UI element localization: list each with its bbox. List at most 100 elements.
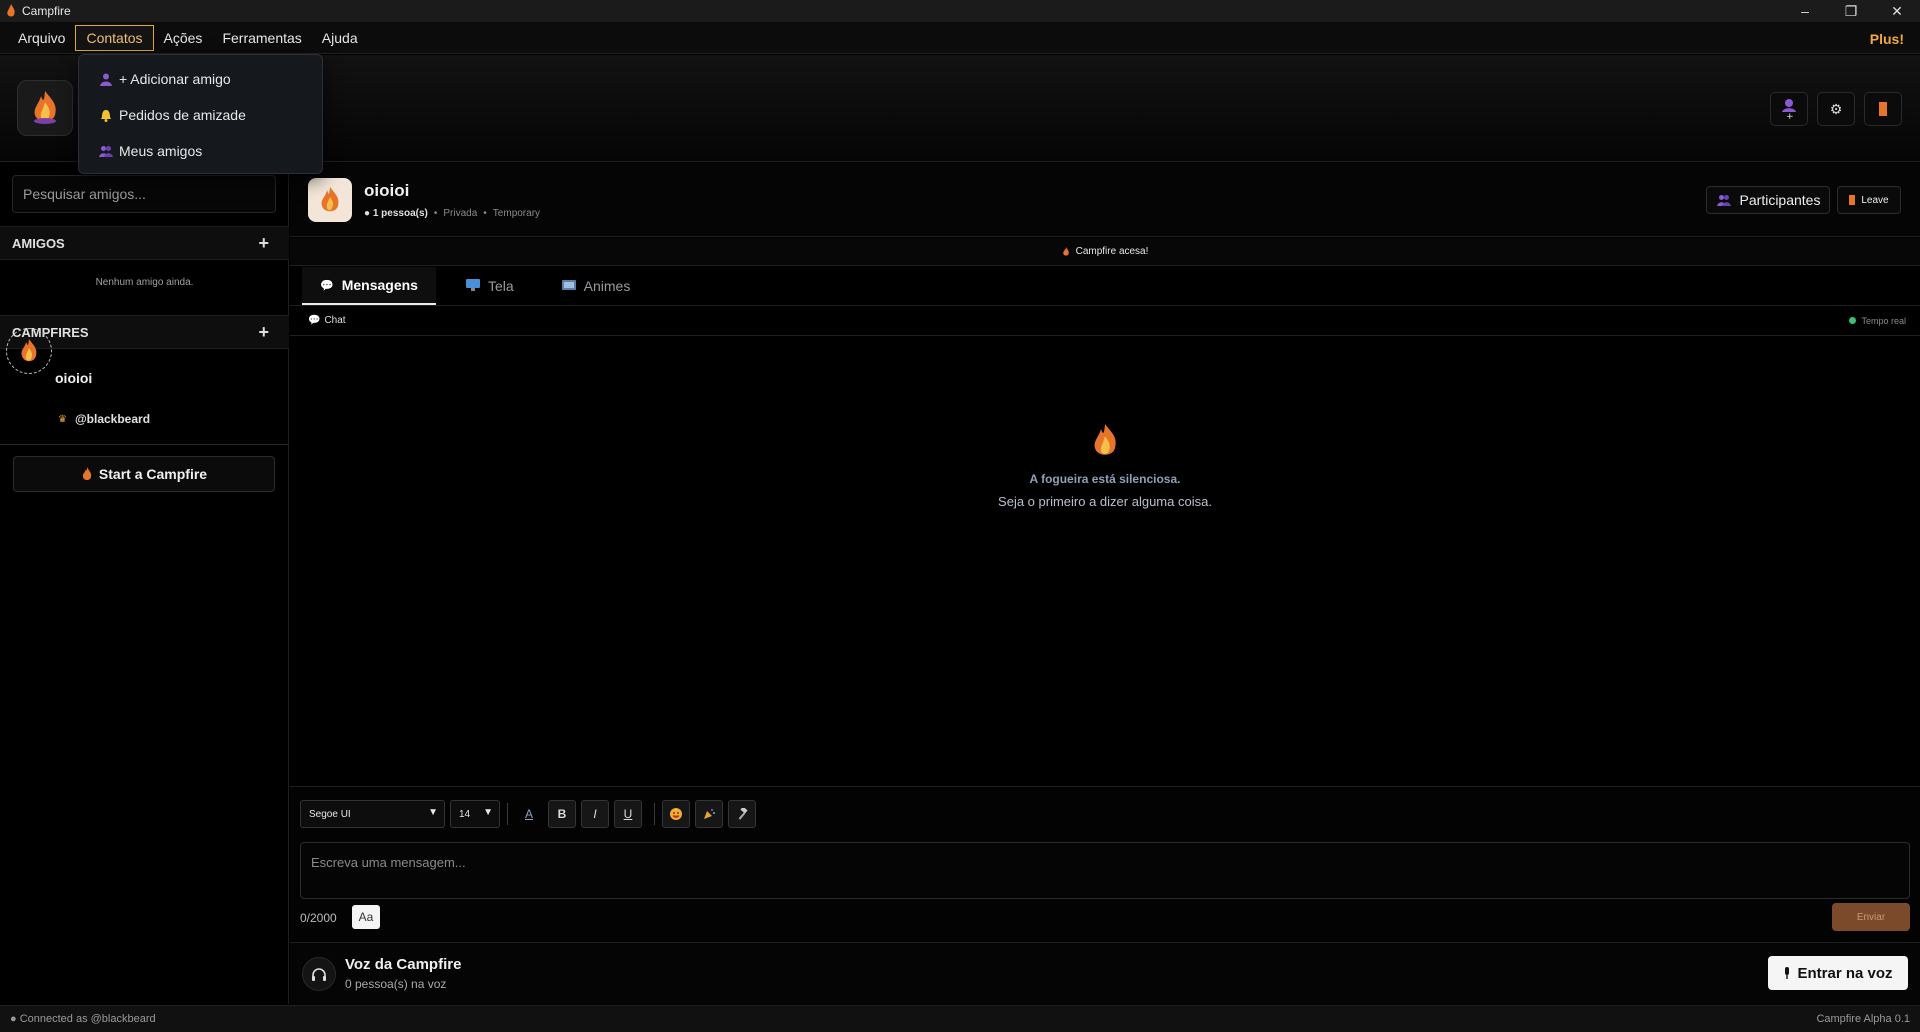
tab-tela-label: Tela: [487, 278, 514, 294]
toolbar-divider: [654, 803, 655, 825]
room-header: oioioi ● 1 pessoa(s) • Privada • Tempora…: [290, 163, 1920, 237]
tab-animes-label: Animes: [583, 278, 631, 294]
empty-chat-state: A fogueira está silenciosa. Seja o prime…: [290, 423, 1920, 509]
menu-ferramentas[interactable]: Ferramentas: [212, 25, 311, 51]
participants-label: Participantes: [1739, 192, 1821, 208]
user-icon: [99, 72, 113, 86]
microphone-icon: [1785, 967, 1790, 979]
room-name: oioioi: [364, 181, 410, 200]
plus-link[interactable]: Plus!: [1870, 31, 1904, 47]
monitor-icon: [465, 278, 480, 294]
campfire-avatar[interactable]: [6, 328, 52, 374]
friends-section-header: AMIGOS +: [0, 226, 289, 260]
users-icon: [99, 144, 113, 158]
bell-icon: [99, 108, 113, 122]
start-campfire-label: Start a Campfire: [98, 466, 208, 482]
text-color-icon[interactable]: A: [515, 800, 543, 828]
add-friend-plus-icon[interactable]: +: [258, 233, 269, 254]
status-banner-label: Campfire acesa!: [1075, 246, 1149, 257]
title-bar: Campfire – ❐ ✕: [0, 0, 1920, 22]
contatos-dropdown: + Adicionar amigo Pedidos de amizade Meu…: [78, 54, 323, 174]
empty-title: A fogueira está silenciosa.: [1029, 472, 1181, 486]
flame-icon: [21, 339, 37, 362]
font-family-select[interactable]: Segoe UI ▼: [300, 800, 445, 828]
realtime-indicator: Tempo real: [1849, 316, 1906, 326]
status-banner: Campfire acesa!: [290, 238, 1920, 266]
voice-title: Voz da Campfire: [345, 956, 462, 973]
campfire-logo-icon: [7, 4, 15, 17]
italic-button[interactable]: I: [581, 800, 609, 828]
door-icon[interactable]: [1864, 92, 1902, 126]
menu-friend-requests-label: Pedidos de amizade: [119, 107, 246, 123]
add-campfire-plus-icon[interactable]: +: [258, 322, 269, 343]
status-dot: [1849, 317, 1857, 324]
app-window: Campfire – ❐ ✕ Arquivo Contatos Ações Fe…: [0, 0, 1920, 1032]
users-icon: [1716, 195, 1731, 206]
window-controls: – ❐ ✕: [1782, 0, 1920, 22]
party-popper-icon[interactable]: [695, 800, 723, 828]
room-duration: Temporary: [492, 208, 541, 219]
window-title: Campfire: [22, 4, 71, 18]
room-count: ● 1 pessoa(s): [364, 208, 428, 219]
speech-bubble-icon: 💬: [308, 315, 321, 326]
menu-bar: Arquivo Contatos Ações Ferramentas Ajuda…: [0, 22, 1920, 54]
voice-panel: Voz da Campfire 0 pessoa(s) na voz Entra…: [290, 942, 1920, 1004]
menu-ajuda[interactable]: Ajuda: [312, 25, 368, 51]
emoji-icon[interactable]: [662, 800, 690, 828]
underline-button[interactable]: U: [614, 800, 642, 828]
add-friend-icon[interactable]: +: [1770, 92, 1808, 126]
restore-icon[interactable]: ❐: [1828, 0, 1874, 22]
minimize-icon[interactable]: –: [1782, 0, 1828, 22]
underline-label: U: [623, 807, 633, 821]
start-campfire-button[interactable]: Start a Campfire: [13, 456, 275, 492]
search-input[interactable]: Pesquisar amigos...: [12, 175, 276, 213]
headphones-icon: [302, 957, 336, 991]
join-voice-label: Entrar na voz: [1797, 964, 1893, 982]
version-label: Campfire Alpha 0.1: [1816, 1013, 1910, 1025]
gear-icon[interactable]: ⚙: [1817, 92, 1855, 126]
connection-status: ● Connected as @blackbeard: [10, 1013, 156, 1025]
chat-label: Chat: [324, 315, 346, 326]
send-button[interactable]: Enviar: [1832, 903, 1910, 931]
tab-animes[interactable]: Animes: [544, 267, 649, 305]
font-size-value: 14: [459, 808, 471, 820]
font-size-select[interactable]: 14 ▼: [450, 800, 500, 828]
menu-arquivo[interactable]: Arquivo: [8, 25, 75, 51]
menu-friend-requests[interactable]: Pedidos de amizade: [79, 97, 322, 133]
chevron-down-icon: ▼: [428, 807, 438, 818]
main-panel: oioioi ● 1 pessoa(s) • Privada • Tempora…: [290, 163, 1920, 1004]
flame-icon: [1062, 246, 1069, 256]
flame-logo-icon: [34, 91, 56, 124]
menu-acoes[interactable]: Ações: [154, 25, 213, 51]
menu-contatos[interactable]: Contatos: [75, 24, 154, 51]
char-counter: 0/2000: [300, 911, 337, 925]
participants-button[interactable]: Participantes: [1706, 186, 1830, 214]
campfire-name: oioioi: [55, 370, 93, 386]
join-voice-button[interactable]: Entrar na voz: [1768, 956, 1908, 990]
tv-icon: [561, 279, 576, 294]
text-style-button[interactable]: Aa: [352, 905, 380, 929]
campfire-logo: [17, 80, 73, 136]
friends-header-label: AMIGOS: [12, 235, 65, 251]
hammer-icon[interactable]: [728, 800, 756, 828]
status-bar: ● Connected as @blackbeard Campfire Alph…: [0, 1005, 1920, 1032]
meta-dot: •: [483, 208, 487, 219]
tab-tela[interactable]: Tela: [448, 267, 532, 305]
close-icon[interactable]: ✕: [1874, 0, 1920, 22]
campfire-owner: ♛ @blackbeard: [58, 412, 150, 426]
meta-dot: •: [433, 208, 438, 219]
bold-label: B: [557, 807, 567, 821]
toolbar-divider: [507, 803, 508, 825]
leave-button[interactable]: Leave: [1837, 186, 1901, 214]
flame-icon: [1094, 424, 1116, 455]
menu-my-friends[interactable]: Meus amigos: [79, 133, 322, 169]
bold-button[interactable]: B: [548, 800, 576, 828]
chat-bar: 💬 Chat Tempo real: [290, 306, 1920, 336]
font-family-value: Segoe UI: [309, 808, 351, 820]
menu-add-friend[interactable]: + Adicionar amigo: [79, 61, 322, 97]
friends-empty-text: Nenhum amigo ainda.: [95, 277, 194, 288]
room-privacy: Privada: [443, 208, 478, 219]
campfire-owner-label: @blackbeard: [74, 412, 151, 426]
tab-mensagens[interactable]: 💬 Mensagens: [302, 267, 436, 305]
message-input[interactable]: Escreva uma mensagem...: [300, 842, 1910, 899]
